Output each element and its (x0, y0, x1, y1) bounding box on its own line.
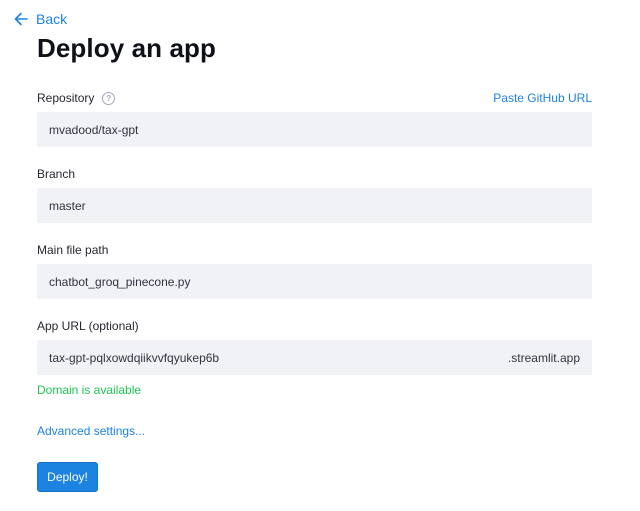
repository-input[interactable] (49, 122, 580, 137)
arrow-left-icon (14, 12, 28, 26)
main-file-label-row: Main file path (37, 243, 108, 257)
main-file-input[interactable] (49, 274, 580, 289)
branch-field[interactable] (37, 188, 592, 223)
branch-input[interactable] (49, 198, 580, 213)
back-label: Back (36, 11, 68, 27)
domain-status-message: Domain is available (37, 383, 142, 397)
deploy-app-page: Back Deploy an app Repository ? Paste Gi… (0, 0, 640, 511)
branch-label-row: Branch (37, 167, 75, 181)
back-link[interactable]: Back (14, 11, 67, 27)
app-url-suffix: .streamlit.app (507, 350, 580, 365)
paste-github-url-link[interactable]: Paste GitHub URL (493, 91, 592, 105)
main-file-field[interactable] (37, 264, 592, 299)
page-title: Deploy an app (37, 33, 216, 63)
repository-label-row: Repository ? (37, 91, 116, 105)
branch-label: Branch (37, 167, 76, 181)
app-url-field[interactable]: .streamlit.app (37, 340, 592, 375)
repository-label: Repository (37, 91, 95, 105)
deploy-button[interactable]: Deploy! (37, 462, 98, 492)
main-file-label: Main file path (37, 243, 109, 257)
app-url-label: App URL (optional) (37, 319, 139, 333)
question-circle-icon[interactable]: ? (102, 91, 116, 105)
app-url-label-row: App URL (optional) (37, 319, 139, 333)
repository-field[interactable] (37, 112, 592, 147)
app-url-input[interactable] (49, 350, 502, 365)
advanced-settings-link[interactable]: Advanced settings... (37, 424, 145, 438)
